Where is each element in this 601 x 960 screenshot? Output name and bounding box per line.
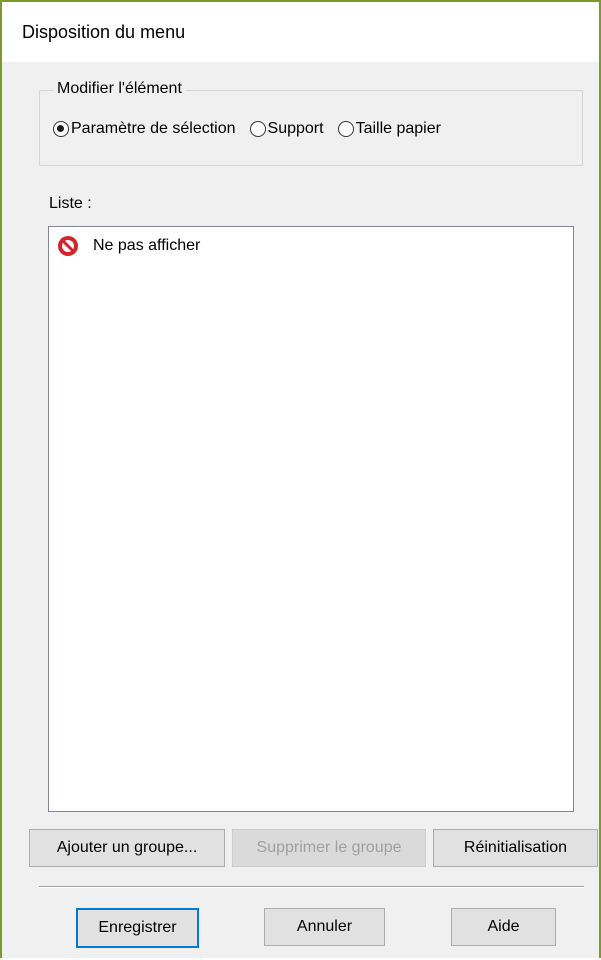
save-button[interactable]: Enregistrer [76, 908, 199, 948]
radio-selection-setting[interactable]: Paramètre de sélection [53, 120, 236, 138]
delete-group-button[interactable]: Supprimer le groupe [232, 829, 426, 867]
menu-layout-dialog: Disposition du menu Modifier l'élément P… [0, 0, 601, 958]
radio-label-selection-setting: Paramètre de sélection [71, 120, 236, 137]
list-label: Liste : [49, 195, 92, 212]
add-group-button[interactable]: Ajouter un groupe... [29, 829, 225, 867]
radio-label-support: Support [267, 120, 324, 137]
radio-button[interactable] [249, 121, 266, 137]
radio-paper-size[interactable]: Taille papier [337, 120, 441, 138]
radio-support[interactable]: Support [249, 120, 324, 138]
list-item[interactable]: Ne pas afficher [57, 235, 200, 257]
no-entry-icon [57, 235, 79, 257]
radio-button[interactable] [337, 121, 354, 137]
list-item-label: Ne pas afficher [93, 237, 201, 254]
radio-label-paper-size: Taille papier [355, 120, 441, 137]
help-button[interactable]: Aide [451, 908, 556, 946]
menu-list[interactable]: Ne pas afficher [48, 226, 574, 812]
title-bar: Disposition du menu [2, 2, 599, 62]
dialog-title: Disposition du menu [22, 22, 186, 42]
radio-button-checked[interactable] [53, 121, 69, 137]
reset-button[interactable]: Réinitialisation [433, 829, 598, 867]
modify-element-group: Modifier l'élément Paramètre de sélectio… [39, 80, 583, 166]
button-separator [39, 886, 584, 888]
modify-element-legend: Modifier l'élément [53, 80, 186, 98]
cancel-button[interactable]: Annuler [264, 908, 385, 946]
radio-row: Paramètre de sélection Support Taille pa… [53, 120, 441, 138]
